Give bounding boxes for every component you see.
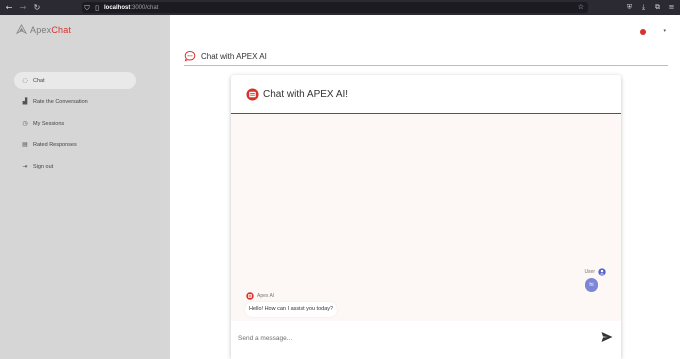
apex-bot-icon: [246, 87, 259, 101]
back-icon[interactable]: ←: [4, 3, 14, 13]
sidebar-item-label: My Sessions: [33, 120, 65, 127]
message-list[interactable]: User hi Apex AI Hello! How can I assist …: [231, 114, 621, 321]
sidebar-item-rated-responses[interactable]: ▤ Rated Responses: [14, 137, 136, 154]
sidebar: ApexChat ◌ Chat ▟ Rate the Conversation …: [0, 15, 170, 359]
logo-prefix: Apex: [30, 24, 52, 35]
user-message-bubble: hi: [585, 278, 598, 292]
sidebar-item-sign-out[interactable]: ⇥ Sign out: [14, 158, 136, 175]
logo-text: ApexChat: [30, 25, 71, 35]
sidebar-item-label: Chat: [33, 77, 45, 84]
sidebar-item-label: Rate the Conversation: [33, 99, 88, 105]
sidebar-menu: ◌ Chat ▟ Rate the Conversation ◷ My Sess…: [14, 72, 136, 180]
ai-message-meta: Apex AI: [246, 292, 274, 300]
forward-icon[interactable]: →: [18, 3, 28, 13]
shield-icon[interactable]: ⛉: [82, 3, 92, 13]
url-host: localhost: [104, 4, 131, 11]
sidebar-item-label: Sign out: [33, 163, 54, 170]
user-avatar-icon[interactable]: [640, 29, 646, 35]
download-icon[interactable]: ⤓: [639, 2, 648, 12]
browser-toolbar: ← → ↻ ⛉ ▯ localhost:3000/chat ☆ ⛨ ⤓ ⧉ ≡: [0, 0, 680, 15]
extensions-icon[interactable]: ⧉: [653, 2, 662, 12]
sender-name: User: [584, 269, 595, 275]
chart-icon: ▟: [22, 98, 28, 105]
sign-out-icon: ⇥: [22, 162, 28, 170]
chat-card-header: Chat with APEX AI!: [231, 75, 621, 114]
logo[interactable]: ApexChat: [16, 24, 71, 35]
main-content: ▾ Chat with APEX AI Chat with APEX AI! U…: [170, 15, 680, 359]
page-title: Chat with APEX AI: [201, 51, 267, 61]
document-icon: ▤: [22, 141, 28, 148]
clock-icon: ◷: [22, 119, 28, 127]
send-icon[interactable]: [600, 330, 614, 344]
chat-bubble-icon: [184, 50, 196, 62]
chat-card: Chat with APEX AI! User hi Apex AI Hello…: [231, 75, 621, 359]
sidebar-item-my-sessions[interactable]: ◷ My Sessions: [14, 115, 136, 132]
page-icon: ▯: [95, 3, 99, 12]
user-message-meta: User: [584, 268, 606, 276]
page-header: Chat with APEX AI: [184, 50, 267, 62]
pocket-icon[interactable]: ⛨: [625, 2, 634, 12]
sidebar-item-rate-conversation[interactable]: ▟ Rate the Conversation: [14, 94, 136, 111]
url-path: :3000/chat: [130, 4, 159, 11]
ai-message-bubble: Hello! How can I assist you today?: [245, 302, 338, 317]
logo-suffix: Chat: [51, 24, 72, 35]
divider: [184, 65, 668, 66]
chat-bubble-icon: ◌: [22, 76, 28, 84]
sidebar-item-chat[interactable]: ◌ Chat: [14, 72, 136, 89]
logo-icon: [16, 24, 27, 35]
menu-icon[interactable]: ≡: [667, 2, 676, 12]
chevron-down-icon[interactable]: ▾: [663, 28, 666, 34]
sidebar-item-label: Rated Responses: [33, 142, 77, 148]
url-text[interactable]: localhost:3000/chat: [104, 5, 158, 11]
message-composer: [231, 321, 621, 359]
star-icon[interactable]: ☆: [578, 2, 584, 13]
user-avatar-icon: [598, 268, 606, 276]
url-bar[interactable]: ⛉ ▯ localhost:3000/chat ☆: [82, 2, 588, 13]
toolbar-actions: ⛨ ⤓ ⧉ ≡: [625, 2, 676, 12]
reload-icon[interactable]: ↻: [32, 3, 42, 13]
sender-name: Apex AI: [257, 293, 275, 299]
message-input[interactable]: [238, 331, 588, 345]
apex-bot-icon: [246, 292, 254, 300]
chat-card-title: Chat with APEX AI!: [263, 88, 349, 100]
